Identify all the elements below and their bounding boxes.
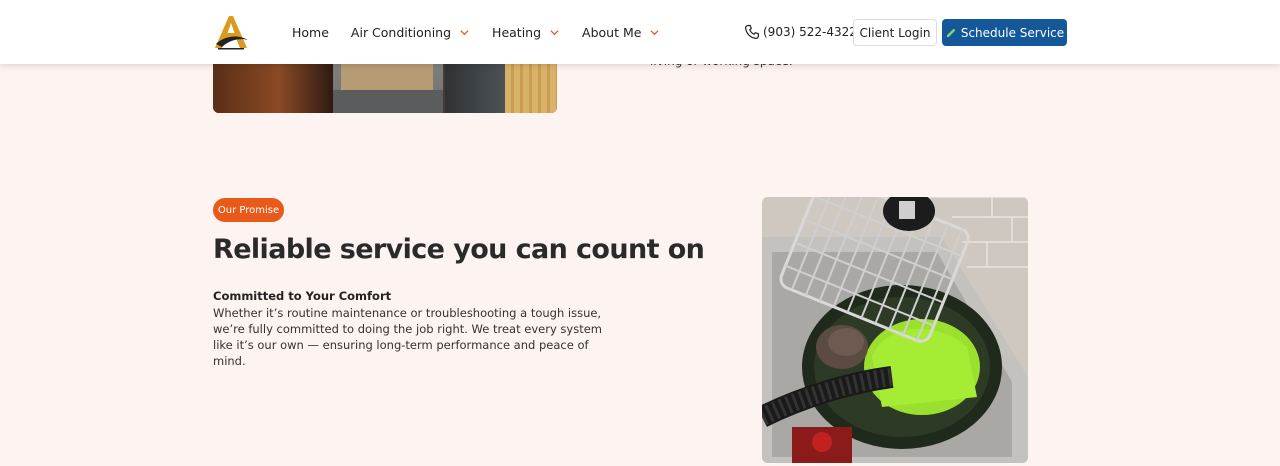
technician-ac-unit-photo bbox=[762, 197, 1028, 463]
section-body-text: Whether it’s routine maintenance or trou… bbox=[213, 306, 602, 368]
our-promise-badge: Our Promise bbox=[213, 198, 284, 222]
main-nav: Home Air Conditioning Heating About Me bbox=[292, 0, 659, 64]
nav-air-conditioning[interactable]: Air Conditioning bbox=[351, 25, 469, 40]
schedule-service-label: Schedule Service bbox=[960, 25, 1065, 40]
section-headline: Reliable service you can count on bbox=[213, 234, 705, 265]
letter-a-logo-icon[interactable] bbox=[212, 14, 250, 50]
chevron-down-icon bbox=[460, 29, 469, 35]
section-subheading: Committed to Your Comfort bbox=[213, 289, 392, 303]
chevron-down-icon bbox=[550, 29, 559, 35]
site-header: Home Air Conditioning Heating About Me (… bbox=[0, 0, 1280, 64]
chevron-down-icon bbox=[650, 29, 659, 35]
nav-air-conditioning-label: Air Conditioning bbox=[350, 24, 452, 40]
page: living or working space. Home Air Condit… bbox=[0, 0, 1280, 466]
pencil-icon bbox=[946, 28, 956, 37]
nav-heating[interactable]: Heating bbox=[492, 25, 559, 40]
nav-heating-label: Heating bbox=[492, 24, 542, 40]
schedule-service-button[interactable]: Schedule Service bbox=[942, 19, 1067, 46]
nav-home[interactable]: Home bbox=[292, 25, 329, 40]
nav-about-me-label: About Me bbox=[582, 24, 642, 40]
client-login-label: Client Login bbox=[859, 25, 931, 40]
client-login-button[interactable]: Client Login bbox=[853, 19, 937, 46]
nav-about-me[interactable]: About Me bbox=[582, 25, 659, 40]
phone-link[interactable]: (903) 522-4322 bbox=[744, 22, 857, 42]
phone-number: (903) 522-4322 bbox=[763, 25, 857, 39]
nav-home-label: Home bbox=[292, 24, 329, 40]
phone-icon bbox=[745, 24, 759, 39]
